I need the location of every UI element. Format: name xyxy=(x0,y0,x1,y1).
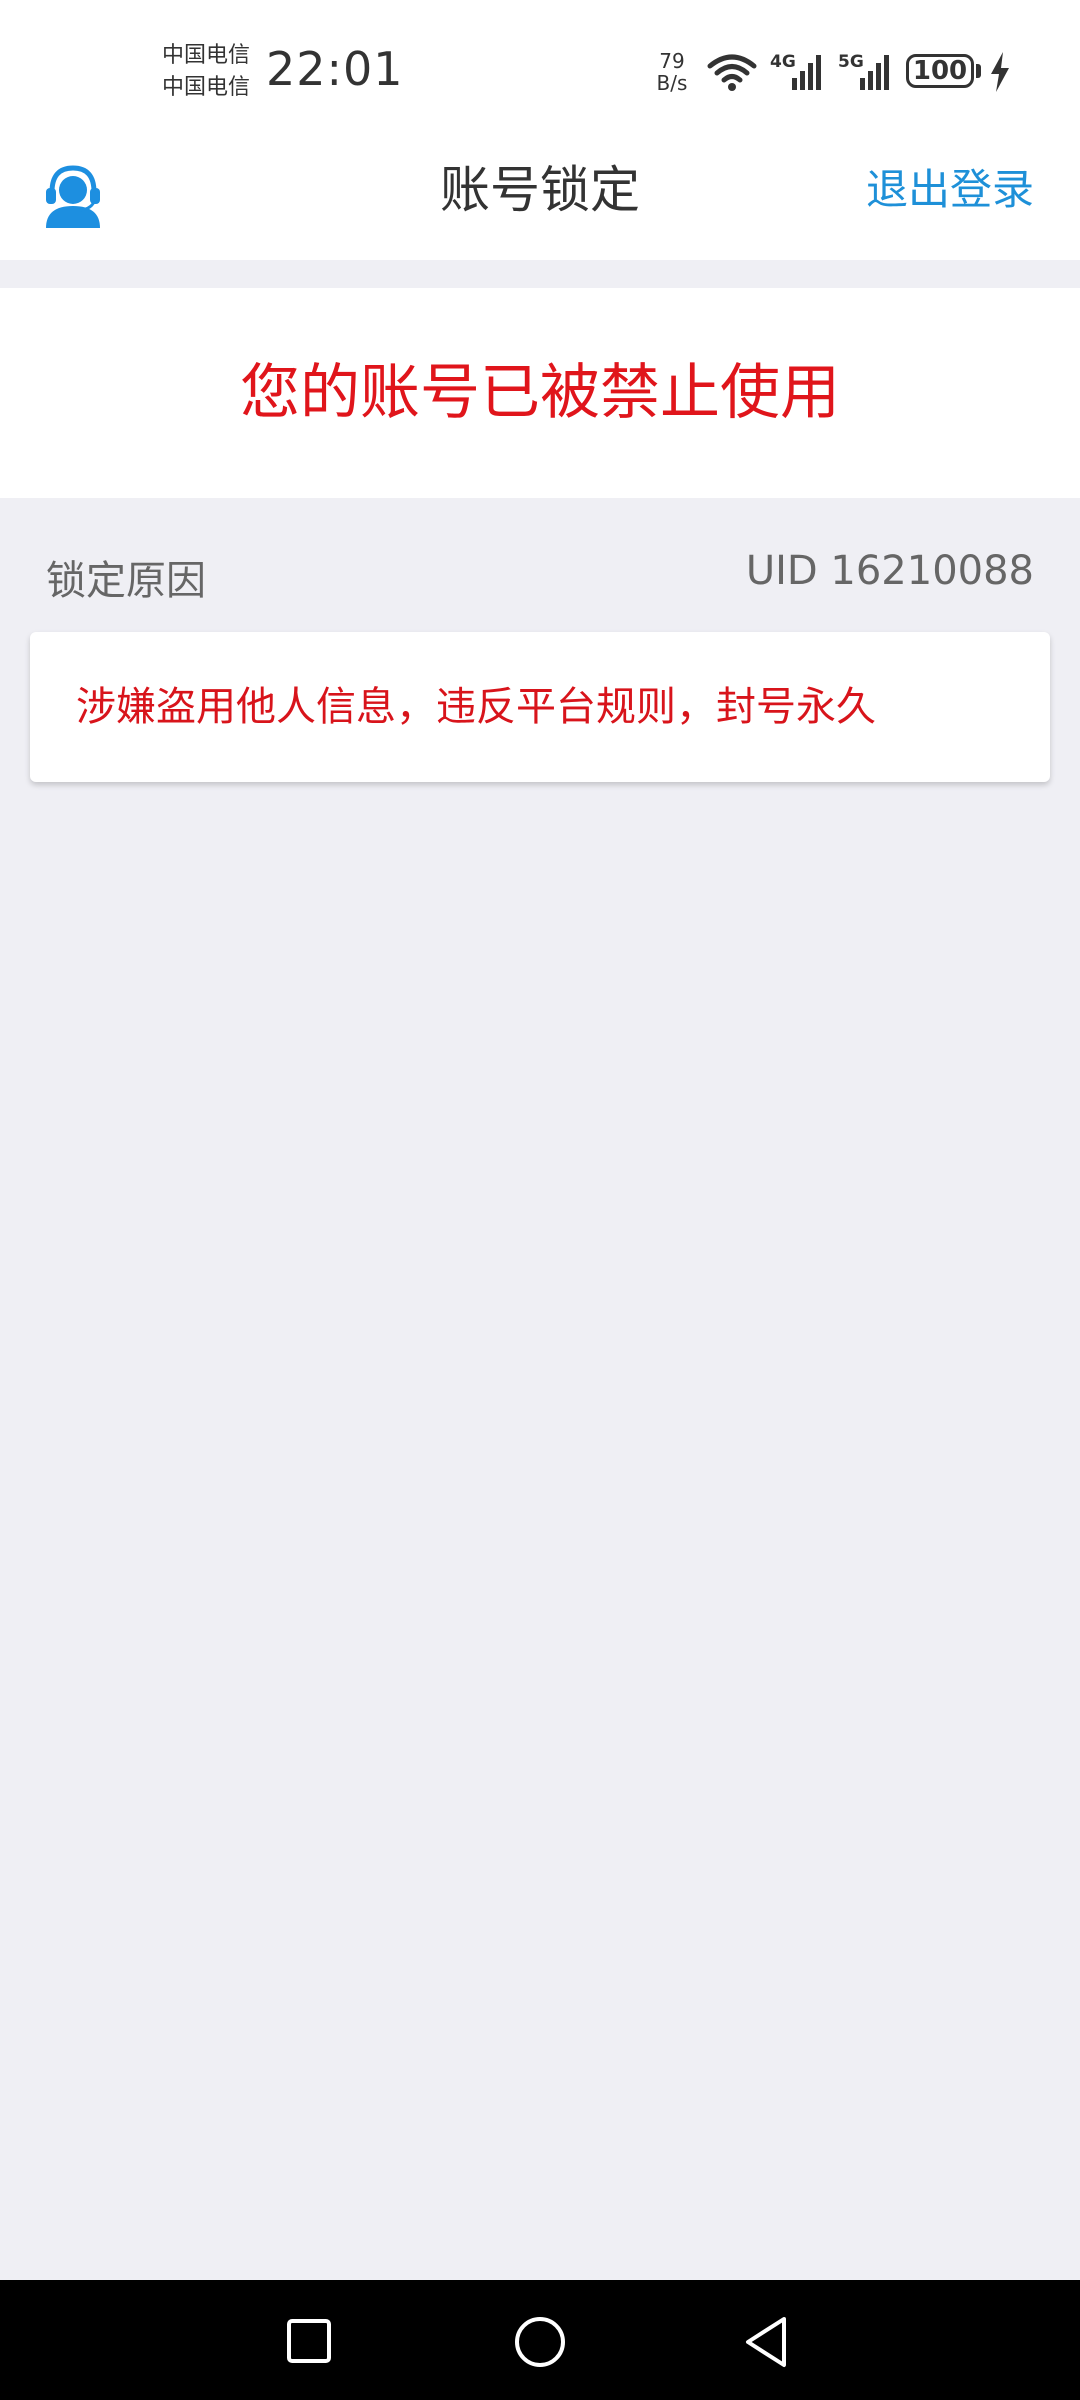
lock-reason-card: 涉嫌盗用他人信息，违反平台规则，封号永久 xyxy=(30,632,1050,782)
battery-icon: 100 xyxy=(906,54,974,88)
network-speed: 79 B/s xyxy=(652,50,692,94)
ban-banner: 您的账号已被禁止使用 xyxy=(0,288,1080,498)
status-bar: 中国电信 中国电信 22:01 79 B/s 4G 5G 100 xyxy=(0,0,1080,140)
status-time: 22:01 xyxy=(266,42,404,96)
lock-reason-label: 锁定原因 xyxy=(46,558,206,604)
user-uid: UID 16210088 xyxy=(745,548,1034,594)
system-nav-bar xyxy=(0,2280,1080,2400)
network-speed-unit: B/s xyxy=(656,71,688,95)
battery-cap xyxy=(976,64,981,78)
carrier-2: 中国电信 xyxy=(162,75,251,100)
recent-apps-button[interactable] xyxy=(286,2318,332,2364)
wifi-icon xyxy=(707,54,757,91)
signal-4g-icon xyxy=(792,55,821,90)
lock-reason-text: 涉嫌盗用他人信息，违反平台规则，封号永久 xyxy=(76,684,876,730)
ban-message: 您的账号已被禁止使用 xyxy=(240,358,840,428)
back-button[interactable] xyxy=(740,2314,792,2370)
signal-5g-icon xyxy=(860,55,889,90)
home-button[interactable] xyxy=(512,2314,568,2370)
logout-button[interactable]: 退出登录 xyxy=(866,140,1034,240)
app-header: 账号锁定 退出登录 xyxy=(0,140,1080,260)
charging-icon xyxy=(991,52,1009,92)
network-speed-value: 79 xyxy=(659,49,685,73)
carrier-info: 中国电信 中国电信 xyxy=(162,40,250,104)
carrier-1: 中国电信 xyxy=(162,43,251,68)
